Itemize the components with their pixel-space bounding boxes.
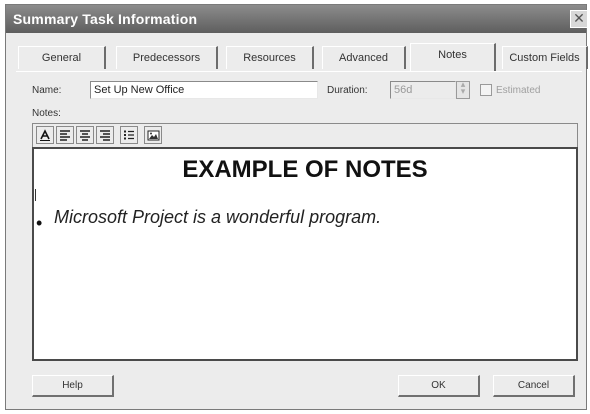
estimated-label: Estimated bbox=[496, 85, 541, 96]
align-left-icon bbox=[60, 130, 70, 141]
tab-strip: General Predecessors Resources Advanced … bbox=[18, 43, 590, 73]
cancel-button[interactable]: Cancel bbox=[493, 375, 575, 397]
align-center-icon bbox=[80, 130, 90, 141]
summary-task-dialog: Summary Task Information ✕ General Prede… bbox=[5, 4, 590, 410]
align-center-button[interactable] bbox=[76, 126, 94, 144]
tab-notes[interactable]: Notes bbox=[410, 43, 496, 71]
font-button[interactable] bbox=[36, 126, 54, 144]
estimated-checkbox[interactable] bbox=[480, 84, 492, 96]
align-right-button[interactable] bbox=[96, 126, 114, 144]
notes-heading: EXAMPLE OF NOTES bbox=[182, 156, 428, 183]
duration-field[interactable]: 56d bbox=[390, 81, 456, 99]
bullets-icon bbox=[124, 130, 134, 140]
close-icon: ✕ bbox=[573, 11, 585, 27]
notes-toolbar bbox=[32, 123, 578, 147]
insert-object-button[interactable] bbox=[144, 126, 162, 144]
font-icon bbox=[40, 129, 50, 141]
close-button[interactable]: ✕ bbox=[570, 10, 588, 28]
window-title: Summary Task Information bbox=[13, 11, 198, 27]
notes-label: Notes: bbox=[32, 108, 61, 119]
name-label: Name: bbox=[32, 85, 62, 96]
duration-spinner[interactable]: ▴ ▾ bbox=[456, 81, 470, 99]
notes-editor[interactable]: EXAMPLE OF NOTES • Microsoft Project is … bbox=[32, 147, 578, 361]
help-button[interactable]: Help bbox=[32, 375, 114, 397]
tab-advanced[interactable]: Advanced bbox=[322, 46, 406, 69]
name-field[interactable]: Set Up New Office bbox=[90, 81, 318, 99]
text-caret bbox=[35, 189, 36, 201]
tab-resources[interactable]: Resources bbox=[226, 46, 314, 69]
bullets-button[interactable] bbox=[120, 126, 138, 144]
tab-general[interactable]: General bbox=[18, 46, 106, 69]
duration-label: Duration: bbox=[327, 85, 368, 96]
ok-button[interactable]: OK bbox=[398, 375, 480, 397]
tab-custom-fields[interactable]: Custom Fields bbox=[502, 46, 588, 69]
align-right-icon bbox=[100, 130, 110, 141]
insert-object-icon bbox=[147, 130, 159, 141]
spin-up-down-icon: ▴ ▾ bbox=[460, 80, 466, 97]
bullet-marker: • bbox=[36, 213, 43, 233]
notes-bullet-text: Microsoft Project is a wonderful program… bbox=[54, 207, 382, 227]
align-left-button[interactable] bbox=[56, 126, 74, 144]
tab-predecessors[interactable]: Predecessors bbox=[116, 46, 218, 69]
title-bar[interactable]: Summary Task Information ✕ bbox=[6, 5, 588, 33]
